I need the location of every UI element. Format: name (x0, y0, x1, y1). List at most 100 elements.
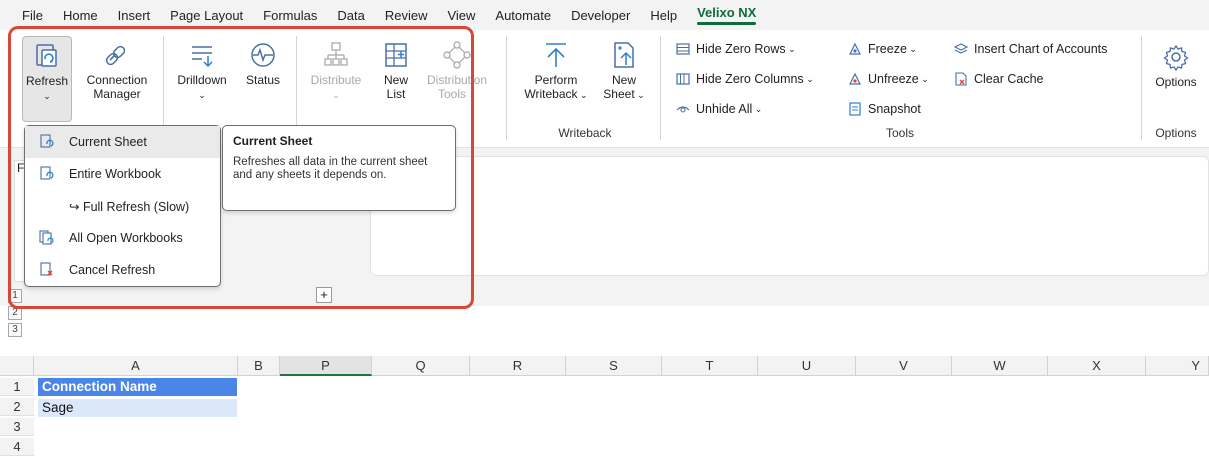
perform-writeback-button[interactable]: Perform Writeback ⌄ (516, 40, 596, 102)
hide-zero-columns-button[interactable]: Hide Zero Columns ⌄ (676, 72, 814, 86)
insert-chart-of-accounts-button[interactable]: Insert Chart of Accounts (954, 42, 1107, 56)
menu-file[interactable]: File (22, 8, 43, 23)
connection-manager-button[interactable]: Connection Manager (76, 40, 158, 101)
refresh-icon (36, 44, 57, 67)
gear-icon (1163, 44, 1189, 72)
column-header-w[interactable]: W (952, 356, 1048, 376)
freeze-button[interactable]: Freeze ⌄ (848, 42, 917, 56)
chevron-down-icon: ⌄ (577, 90, 588, 100)
chevron-down-icon: ⌄ (332, 90, 340, 100)
menu-developer[interactable]: Developer (571, 8, 630, 23)
new-list-icon (385, 43, 407, 67)
outline-level-2[interactable]: 2 (8, 306, 22, 320)
sheet-bar (0, 284, 1209, 306)
refresh-workbook-icon (40, 166, 54, 180)
column-header-u[interactable]: U (758, 356, 856, 376)
menu-page-layout[interactable]: Page Layout (170, 8, 243, 23)
column-header-x[interactable]: X (1048, 356, 1146, 376)
snapshot-icon (849, 102, 861, 116)
layers-icon (954, 43, 968, 54)
eye-icon (676, 106, 690, 113)
options-button[interactable]: Options (1147, 42, 1205, 89)
menu-item-entire-workbook[interactable]: Entire Workbook (25, 158, 220, 190)
unhide-all-button[interactable]: Unhide All ⌄ (676, 102, 762, 116)
chevron-down-icon: ⌄ (198, 90, 206, 100)
add-sheet-button[interactable]: + (316, 287, 332, 303)
row-header-4[interactable]: 4 (0, 438, 34, 456)
clear-cache-icon (955, 72, 967, 86)
refresh-sheet-icon (40, 134, 54, 148)
select-all-corner[interactable] (0, 356, 34, 376)
row-header-3[interactable]: 3 (0, 418, 34, 436)
current-sheet-tooltip: Current Sheet Refreshes all data in the … (222, 125, 456, 211)
options-group-label: Options (1155, 126, 1197, 140)
column-header-a[interactable]: A (34, 356, 238, 376)
column-header-t[interactable]: T (662, 356, 758, 376)
menu-view[interactable]: View (447, 8, 475, 23)
tooltip-title: Current Sheet (233, 134, 313, 148)
menu-home[interactable]: Home (63, 8, 98, 23)
menu-review[interactable]: Review (385, 8, 428, 23)
network-icon (443, 41, 471, 69)
menu-formulas[interactable]: Formulas (263, 8, 317, 23)
column-header-p[interactable]: P (280, 356, 372, 376)
column-header-y[interactable]: Y (1146, 356, 1209, 376)
menu-velixo-nx[interactable]: Velixo NX (697, 5, 756, 25)
chevron-down-icon: ⌄ (634, 90, 645, 100)
new-sheet-button[interactable]: New Sheet ⌄ (598, 40, 650, 102)
column-header-v[interactable]: V (856, 356, 952, 376)
menu-bar: File Home Insert Page Layout Formulas Da… (0, 0, 1209, 30)
menu-item-full-refresh[interactable]: ↪ Full Refresh (Slow) (25, 190, 220, 222)
drilldown-button[interactable]: Drilldown ⌄ (168, 40, 236, 102)
pulse-icon (251, 43, 275, 67)
refresh-button[interactable]: Refresh ⌄ (22, 36, 72, 122)
writeback-group-label: Writeback (558, 126, 612, 140)
outline-level-3[interactable]: 3 (8, 323, 22, 337)
upload-arrow-icon (546, 43, 566, 67)
freeze-icon (849, 42, 861, 55)
menu-insert[interactable]: Insert (118, 8, 151, 23)
sheet-panel (370, 156, 1209, 276)
outline-level-1[interactable]: 1 (8, 289, 22, 303)
row-header-1[interactable]: 1 (0, 378, 34, 396)
distribution-tools-button[interactable]: Distribution Tools ⌄ (421, 40, 493, 102)
ribbon-separator (1141, 36, 1142, 140)
menu-help[interactable]: Help (650, 8, 677, 23)
clear-cache-button[interactable]: Clear Cache (954, 72, 1043, 86)
refresh-dropdown-menu: Current Sheet Entire Workbook ↪ Full Ref… (24, 125, 221, 287)
outline-levels: 1 2 3 (8, 289, 22, 340)
ribbon-separator (660, 36, 661, 140)
status-button[interactable]: Status (239, 40, 287, 87)
new-sheet-icon (614, 42, 634, 68)
new-list-button[interactable]: New List (374, 40, 418, 101)
chevron-down-icon: ⌄ (752, 103, 763, 114)
menu-item-all-open-workbooks[interactable]: All Open Workbooks (25, 222, 220, 254)
chevron-down-icon: ⌄ (785, 43, 796, 54)
menu-automate[interactable]: Automate (495, 8, 551, 23)
menu-item-cancel-refresh[interactable]: Cancel Refresh (25, 254, 220, 286)
ribbon-separator (506, 36, 507, 140)
tools-group-label: Tools (885, 126, 914, 140)
column-header-b[interactable]: B (238, 356, 280, 376)
link-icon (105, 45, 126, 66)
drilldown-icon (192, 46, 213, 68)
hide-zero-rows-button[interactable]: Hide Zero Rows ⌄ (676, 42, 796, 56)
hierarchy-icon (324, 42, 348, 66)
cell-a2[interactable]: Sage (38, 399, 237, 417)
cancel-refresh-icon (40, 262, 53, 276)
column-header-q[interactable]: Q (372, 356, 470, 376)
distribute-button[interactable]: Distribute ⌄ (303, 40, 369, 102)
column-header-r[interactable]: R (470, 356, 566, 376)
columns-icon (676, 73, 690, 85)
menu-item-current-sheet[interactable]: Current Sheet (25, 126, 220, 158)
cell-a1[interactable]: Connection Name (38, 378, 237, 396)
column-header-s[interactable]: S (566, 356, 662, 376)
chevron-down-icon: ⌄ (465, 90, 477, 100)
unfreeze-button[interactable]: Unfreeze ⌄ (848, 72, 929, 86)
chevron-down-icon: ⌄ (803, 73, 814, 84)
tooltip-body: Refreshes all data in the current sheet … (233, 156, 428, 181)
menu-data[interactable]: Data (337, 8, 364, 23)
snapshot-button[interactable]: Snapshot (848, 102, 921, 116)
row-header-2[interactable]: 2 (0, 398, 34, 416)
chevron-down-icon: ⌄ (906, 43, 917, 54)
